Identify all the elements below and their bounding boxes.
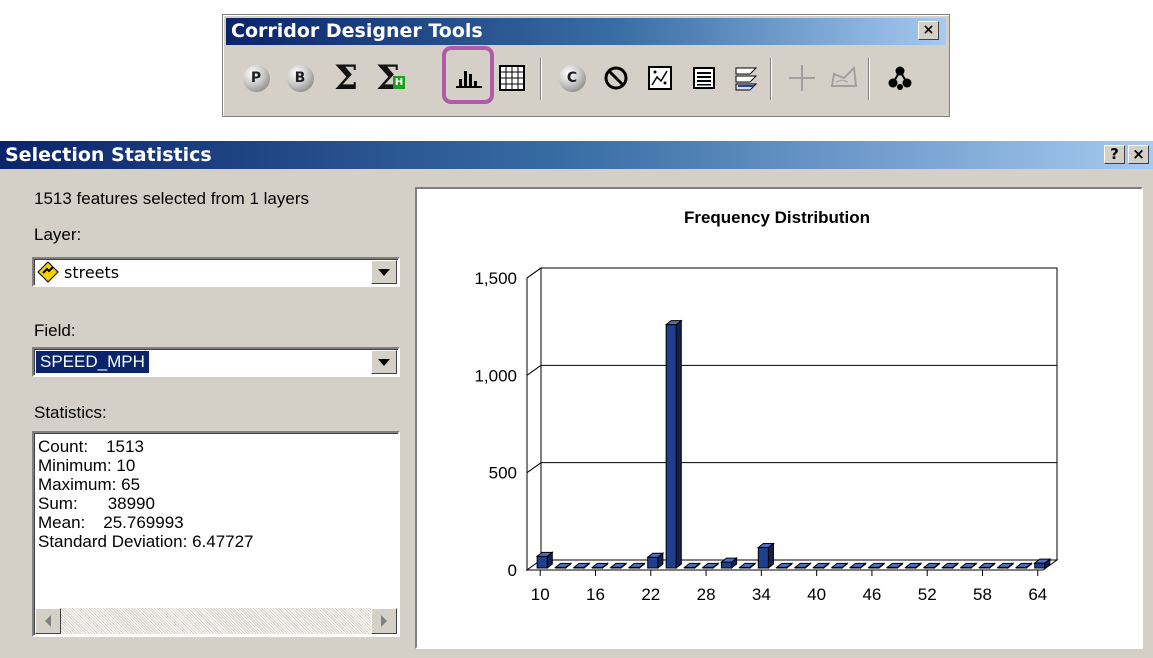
polygon-icon: [830, 65, 858, 87]
sigma-h-icon: Σ H: [376, 58, 405, 98]
sigma-icon: Σ: [333, 58, 359, 98]
dialog-title-bar[interactable]: Selection Statistics: [0, 141, 1153, 169]
polygon-button[interactable]: [824, 54, 864, 102]
crosshair-icon: [789, 65, 815, 91]
help-button[interactable]: ?: [1104, 145, 1125, 164]
y-tick-label: 1,500: [474, 269, 517, 288]
layer-value: streets: [64, 263, 120, 282]
stat-maximum: Maximum: 65: [38, 475, 141, 494]
field-dropdown[interactable]: SPEED_MPH: [32, 347, 400, 377]
scroll-left-button[interactable]: [35, 608, 61, 634]
x-tick-label: 40: [807, 585, 826, 604]
layer-label: Layer:: [34, 225, 82, 244]
y-tick-label: 1,000: [474, 366, 517, 385]
crosshair-button[interactable]: [782, 54, 822, 102]
x-tick-label: 16: [586, 585, 605, 604]
network-button[interactable]: [880, 54, 920, 102]
chevron-down-icon: [378, 358, 390, 366]
p-button[interactable]: P: [236, 54, 276, 102]
frequency-chart: Frequency Distribution 0 500 1,000 1,500 10 16…: [474, 208, 1059, 604]
raster-icon: [648, 66, 672, 90]
x-tick-label: 22: [641, 585, 660, 604]
frequency-chart-panel: Frequency Distribution 0 500 1,000 1,500 10 16…: [415, 187, 1143, 649]
chart-title: Frequency Distribution: [684, 208, 870, 227]
stat-count: Count: 1513: [38, 437, 144, 456]
arrow-right-icon: [381, 615, 387, 627]
field-label: Field:: [34, 321, 76, 340]
table-icon: [693, 67, 715, 89]
circle-b-icon: B: [286, 64, 314, 92]
close-icon: ×: [922, 22, 935, 38]
field-value: SPEED_MPH: [35, 350, 150, 374]
question-mark-icon: ?: [1110, 145, 1119, 163]
stat-mean: Mean: 25.769993: [38, 513, 184, 532]
toolbar-close-button[interactable]: ×: [918, 21, 939, 40]
x-tick-label: 10: [531, 585, 550, 604]
sum-button[interactable]: Σ: [326, 54, 366, 102]
toolbar-separator: [868, 58, 870, 100]
selection-statistics-dialog: Selection Statistics ? × 1513 features s…: [0, 141, 1153, 658]
layers-button[interactable]: [726, 54, 766, 102]
line-layer-icon: [37, 261, 59, 283]
chart-back-wall: [540, 267, 1058, 561]
x-tick-label: 64: [1028, 585, 1047, 604]
layer-dropdown-arrow[interactable]: [371, 260, 397, 284]
circle-p-icon: P: [242, 64, 270, 92]
chart-bar: [756, 542, 775, 570]
sum-h-button[interactable]: Σ H: [372, 54, 412, 102]
y-tick-label: 500: [489, 464, 517, 483]
x-tick-label: 58: [973, 585, 992, 604]
chart-bar: [535, 551, 554, 570]
x-tick-label: 28: [697, 585, 716, 604]
stat-standard-deviation: Standard Deviation: 6.47727: [38, 532, 254, 551]
chart-bar: [646, 552, 665, 570]
dialog-title: Selection Statistics: [5, 144, 212, 166]
chevron-down-icon: [378, 268, 390, 276]
c-button[interactable]: C: [552, 54, 592, 102]
stat-minimum: Minimum: 10: [38, 456, 136, 475]
x-tick-label: 52: [918, 585, 937, 604]
histogram-highlight: [442, 46, 494, 104]
arrow-left-icon: [45, 615, 51, 627]
toolbar-separator: [770, 58, 772, 100]
toolbar-title-bar[interactable]: Corridor Designer Tools: [226, 18, 946, 45]
x-tick-label: 46: [862, 585, 881, 604]
corridor-designer-toolbar: Corridor Designer Tools × P B Σ Σ H C: [222, 14, 950, 117]
raster-button[interactable]: [640, 54, 680, 102]
x-tick-label: 34: [752, 585, 771, 604]
network-icon: [888, 66, 912, 90]
table-button[interactable]: [684, 54, 724, 102]
no-symbol-icon: [604, 66, 628, 90]
layers-icon: [735, 67, 758, 91]
selection-summary: 1513 features selected from 1 layers: [34, 189, 309, 208]
field-dropdown-arrow[interactable]: [371, 350, 397, 374]
layer-dropdown[interactable]: streets: [32, 257, 400, 287]
circle-c-icon: C: [558, 64, 586, 92]
chart-bar: [664, 319, 683, 570]
horizontal-scrollbar[interactable]: [35, 608, 397, 634]
close-icon: ×: [1132, 145, 1145, 163]
scroll-right-button[interactable]: [371, 608, 397, 634]
statistics-label: Statistics:: [34, 403, 107, 422]
toolbar-separator: [540, 58, 542, 100]
y-tick-label: 0: [508, 561, 517, 580]
grid-icon: [499, 65, 525, 91]
dialog-close-button[interactable]: ×: [1128, 145, 1149, 164]
stat-sum: Sum: 38990: [38, 494, 155, 513]
chart-side-wall: [526, 267, 542, 571]
b-button[interactable]: B: [280, 54, 320, 102]
clear-button[interactable]: [596, 54, 636, 102]
grid-button[interactable]: [492, 54, 532, 102]
toolbar-title: Corridor Designer Tools: [231, 20, 483, 42]
statistics-box[interactable]: Count: 1513 Minimum: 10 Maximum: 65 Sum: 3…: [32, 431, 400, 637]
